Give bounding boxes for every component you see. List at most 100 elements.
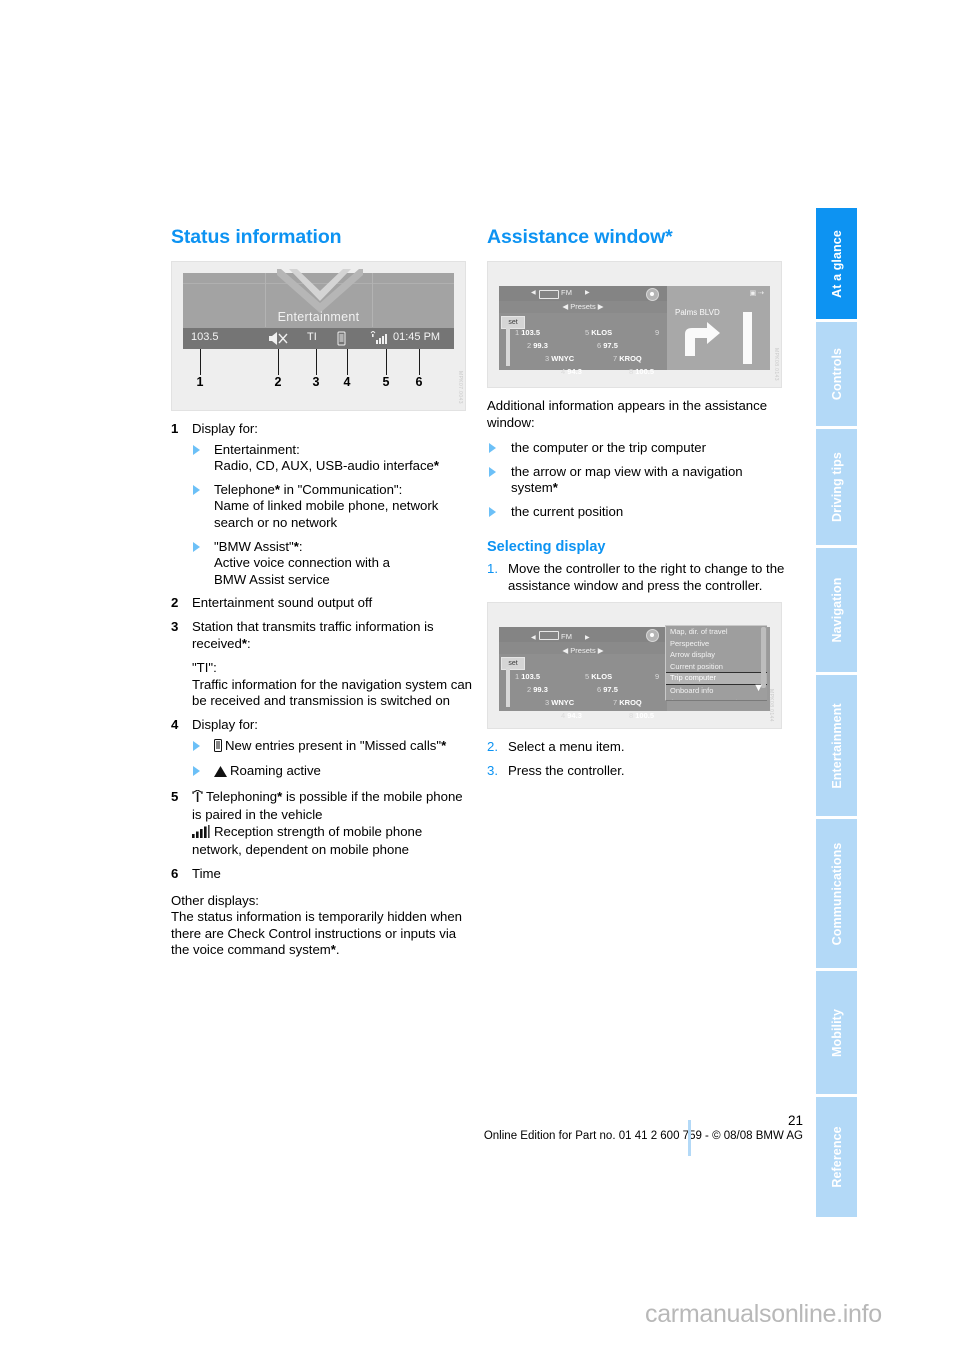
menu-scrollbar[interactable] [761,627,766,689]
preset-number: 5 [585,672,590,682]
sidebar-tab-label: Communications [829,842,844,945]
list-item: 1 Display for: Entertainment: Radio, CD,… [171,421,473,588]
sidebar-tab-label: Controls [829,347,844,401]
step-number: 3. [487,762,498,778]
figure-status-information-display: Entertainment 103.5 TI 01:45 PM 1 2 3 4 … [171,261,466,411]
page-number: 21 [787,1113,803,1128]
bullet-line: search or no network [214,514,338,530]
bullet-line: BMW Assist service [214,571,330,587]
preset-name: 103.5 [521,672,541,682]
item-number: 1 [171,421,179,436]
radio-pane: ◀ FM ▶ ◀ Presets ▶ set 1 103.5 5 KLOS 9 … [499,286,667,376]
sidebar-tab-driving-tips[interactable]: Driving tips [816,429,857,545]
preset-name: 94.3 [567,367,582,376]
bullet-line: Entertainment: [214,441,300,457]
preset-number: 5 [585,328,590,337]
menu-item-trip-computer[interactable]: Trip computer [666,672,767,685]
sidebar-tab-label: Entertainment [829,702,844,789]
item-number: 6 [171,866,179,882]
footer-rule [688,1120,691,1156]
triangle-bullet-icon [193,444,200,455]
presets-text: Presets [570,646,596,656]
source-icon [539,631,559,641]
bullet-item: Roaming active [192,763,473,782]
bullet-line: Roaming active [230,763,321,779]
sidebar-tab-label: Navigation [829,577,844,643]
bullet-item: Entertainment: Radio, CD, AUX, USB-audio… [192,442,473,475]
preset-name: WNYC [551,698,575,708]
preset-name: 100.5 [635,367,655,376]
menu-item-onboard-info[interactable]: Onboard info [666,685,767,697]
telephoning-icon [192,789,203,808]
bullet-item: the current position [487,504,789,521]
sidebar-tab-label: Driving tips [829,452,844,522]
preset-number: 7 [613,698,618,708]
menu-item-aux-insp-consumpt[interactable]: Aux. insp. consumpt. [666,696,767,700]
roaming-triangle-icon [214,765,227,782]
bullet-item: Telephone* in "Communication": Name of l… [192,482,473,532]
preset-number: 6 [597,685,602,695]
bullet-line: Radio, CD, AUX, USB-audio interface* [214,458,440,474]
item-text: Time [192,866,221,882]
sidebar-tab-label: Reference [829,1126,844,1188]
figure-assistance-window: ◀ FM ▶ ◀ Presets ▶ set 1 103.5 5 KLOS 9 … [487,261,782,388]
callout-number: 5 [382,375,390,389]
right-column: Assistance window* ◀ FM ▶ ◀ Presets ▶ se… [487,226,789,787]
radio-band-label: FM [561,288,573,297]
menu-item-map-dir-of-travel[interactable]: Map, dir. of travel [666,626,767,638]
sidebar-tab-mobility[interactable]: Mobility [816,971,857,1094]
scrollbar[interactable] [506,667,510,708]
item-number: 5 [171,788,179,804]
item-number: 2 [171,595,179,611]
sidebar-tab-reference[interactable]: Reference [816,1097,857,1217]
status-frequency: 103.5 [191,331,219,343]
watermark: carmanualsonline.info [645,1300,882,1328]
other-displays-block: Other displays: The status information i… [171,893,473,959]
preset-name: 97.5 [603,341,618,350]
presets-text: Presets [570,302,596,311]
assistance-dropdown-menu[interactable]: Map, dir. of travel Perspective Arrow di… [665,625,767,702]
sidebar-tab-entertainment[interactable]: Entertainment [816,675,857,816]
item-number: 3 [171,618,179,634]
menu-item-current-position[interactable]: Current position [666,661,767,673]
source-icon [539,290,559,299]
item-text: Display for: [192,421,258,436]
street-name-label: Palms BLVD [675,308,720,317]
idrive-radio-menu-mock: ◀ FM ▶ ◀ Presets ▶ set 1 103.5 5 KLOS 9 … [499,625,770,720]
signal-bars-icon [369,330,389,349]
options-icon [646,288,659,301]
item-text: Station that transmits traffic informati… [192,618,434,651]
sidebar-tab-controls[interactable]: Controls [816,322,857,426]
preset-number: 2 [527,685,532,695]
bullet-line: the current position [511,503,624,519]
menu-item-perspective[interactable]: Perspective [666,638,767,650]
chevron-right-icon: ▶ [585,290,590,296]
bullet-line: the arrow or map view with a navigation … [511,463,743,496]
preset-name: KROQ [619,354,642,363]
status-traffic-info: TI [307,331,317,343]
preset-grid: 1 103.5 5 KLOS 9 2 99.3 6 97.5 3 WNYC 7 … [513,657,665,720]
triangle-bullet-icon [489,466,496,477]
bullet-line: "BMW Assist"*: [214,538,303,554]
sidebar-tab-communications[interactable]: Communications [816,819,857,968]
bullet-line: New entries present in "Missed calls"* [225,737,447,753]
turn-right-arrow-icon [681,322,721,358]
menu-item-arrow-display[interactable]: Arrow display [666,649,767,661]
left-column-body: 1 Display for: Entertainment: Radio, CD,… [171,421,473,959]
figure-credit: MPK08.0143 [773,348,779,381]
speaker-mute-icon [268,331,290,349]
item-text: Telephoning* is possible if the mobile p… [192,788,463,823]
sidebar-tab-at-a-glance[interactable]: At a glance [816,208,857,319]
page-title-assistance-window: Assistance window* [487,226,673,248]
presets-label: ◀ Presets ▶ [499,302,667,311]
preset-number: 4 [561,367,566,376]
right-column-body: Additional information appears in the as… [487,398,789,780]
scrollbar[interactable] [506,326,510,366]
manual-page: At a glance Controls Driving tips Naviga… [0,0,960,1358]
status-time: 01:45 PM [393,331,441,343]
sidebar-tab-navigation[interactable]: Navigation [816,548,857,672]
preset-number: 1 [515,672,520,682]
preset-number: 8 [629,711,634,721]
preset-name: 94.3 [567,711,582,721]
bullet-line: Telephone* in "Communication": [214,481,403,497]
